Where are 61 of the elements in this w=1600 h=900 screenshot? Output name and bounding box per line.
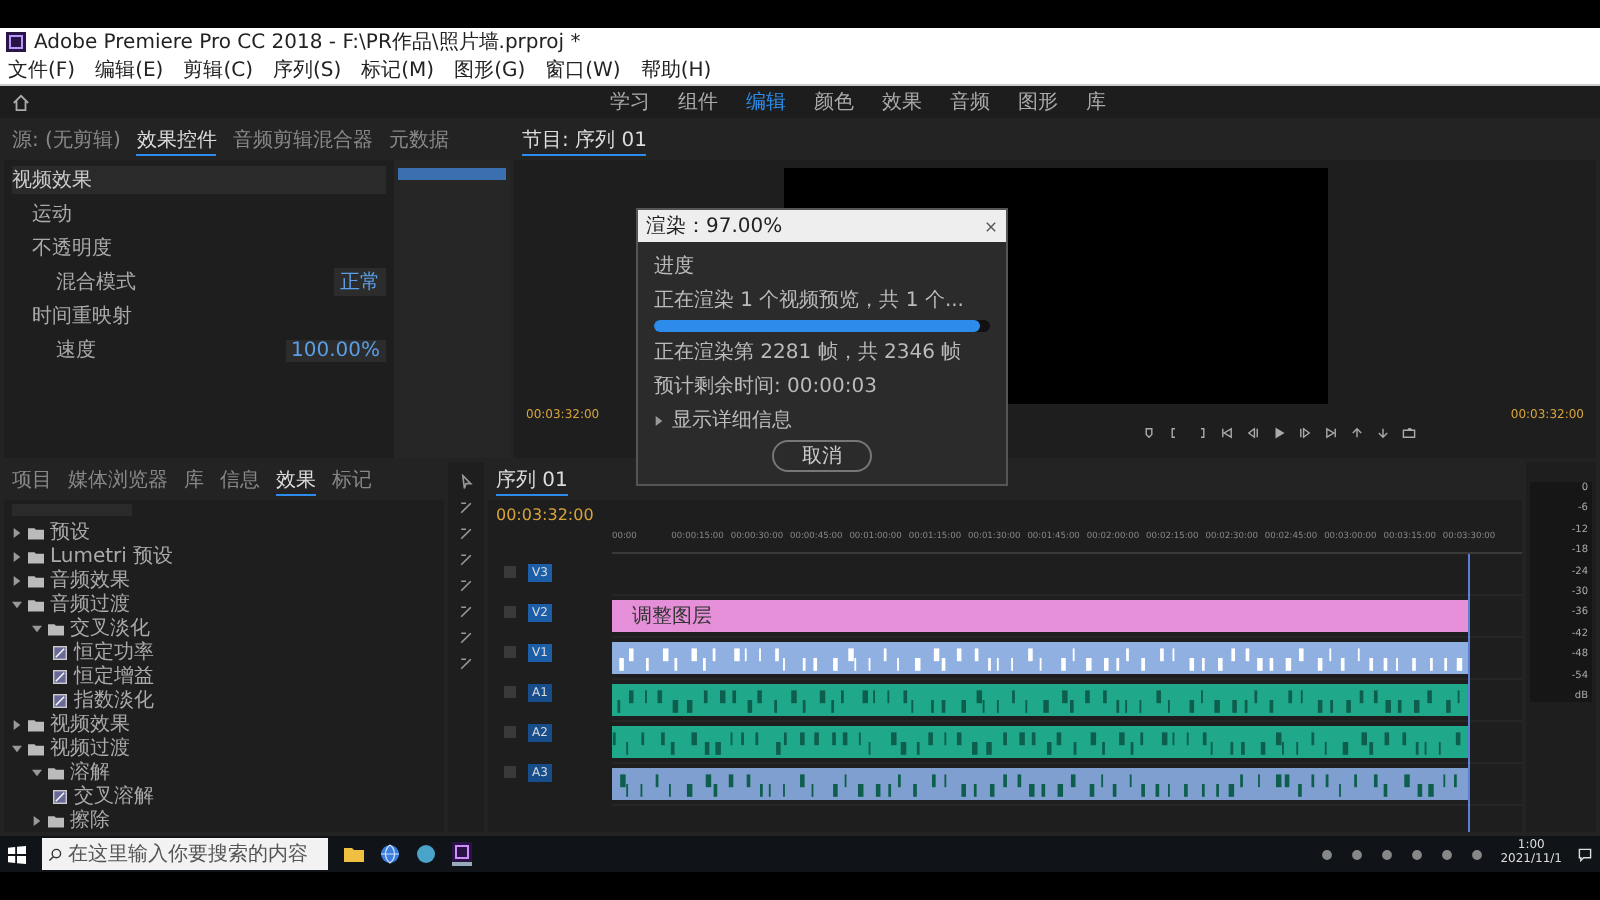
details-link[interactable]: 显示详细信息 [672,406,792,434]
effect-label: 视频效果 [12,167,92,194]
panel-tab[interactable]: 节目: 序列 01 [522,126,647,156]
timeline-clip[interactable]: 调整图层 [612,600,1468,632]
panel-tab[interactable]: 效果 [276,466,316,496]
workspace-tab[interactable]: 图形 [1018,88,1058,116]
cancel-button[interactable]: 取消 [772,440,872,472]
taskbar-search-field[interactable]: 在这里输入你要搜索的内容 [42,838,328,870]
panel-tab[interactable]: 音频剪辑混合器 [232,126,373,156]
menu-item[interactable]: 编辑(E) [95,56,164,84]
progress-heading: 进度 [654,253,696,280]
panel-tab[interactable]: 信息 [220,466,260,496]
panel-tab[interactable]: 序列 01 [496,466,568,496]
window-title: Adobe Premiere Pro CC 2018 - F:\PR作品\照片墙.prproj * [34,29,581,56]
workspace-tab[interactable]: 编辑 [746,88,786,116]
workspace-tab[interactable]: 效果 [882,88,922,116]
tree-item[interactable]: 预设 [50,520,90,546]
workspace-tab[interactable]: 库 [1086,88,1106,116]
tree-item[interactable]: 溶解 [70,758,110,786]
tree-item[interactable]: 视频效果 [50,710,130,738]
dialog-title: 渲染：97.00% [646,213,783,240]
effect-label: 运动 [32,201,72,228]
menu-item[interactable]: 图形(G) [454,56,526,84]
panel-tab[interactable]: 媒体浏览器 [68,466,168,496]
effect-label: 速度 [56,337,96,364]
menu-item[interactable]: 剪辑(C) [183,56,253,84]
tree-item[interactable]: 音频效果 [50,566,130,594]
menu-item[interactable]: 标记(M) [361,56,435,84]
tree-item[interactable]: 恒定增益 [74,662,154,690]
panel-tab[interactable]: 元数据 [388,126,449,156]
tree-item[interactable]: 音频过渡 [50,590,130,618]
workspace-tab[interactable]: 学习 [610,88,650,116]
effect-label: 时间重映射 [32,303,132,330]
timecode: 00:03:32:00 [494,504,596,528]
tree-item[interactable]: Lumetri 预设 [50,542,174,570]
tree-item[interactable]: 指数淡化 [74,686,154,714]
status-text: 正在渲染第 2281 帧，共 2346 帧 [654,339,964,366]
status-text: 正在渲染 1 个视频预览，共 1 个... [654,287,966,314]
tree-item[interactable]: 擦除 [70,806,110,832]
workspace-tab[interactable]: 组件 [678,88,718,116]
panel-tab[interactable]: 项目 [12,466,52,496]
effect-label: 不透明度 [32,235,112,262]
panel-tab[interactable]: 源: (无剪辑) [12,126,121,156]
menu-item[interactable]: 序列(S) [272,56,342,84]
property-value[interactable]: 100.00% [285,339,386,361]
panel-tab[interactable]: 库 [184,466,204,496]
tree-item[interactable]: 交叉淡化 [70,614,150,642]
property-value[interactable]: 正常 [334,268,386,296]
panel-tab[interactable]: 标记 [332,466,372,496]
clip-label: 调整图层 [630,604,712,630]
menu-item[interactable]: 窗口(W) [545,56,621,84]
workspace-tab[interactable]: 颜色 [814,88,854,116]
tree-item[interactable]: 交叉溶解 [74,782,154,810]
tree-item[interactable]: 恒定功率 [74,638,154,666]
menu-item[interactable]: 文件(F) [8,56,76,84]
tree-item[interactable]: 视频过渡 [50,734,130,762]
workspace-tab[interactable]: 音频 [950,88,990,116]
menu-item[interactable]: 帮助(H) [640,56,712,84]
status-text: 预计剩余时间: 00:00:03 [654,373,879,400]
panel-tab[interactable]: 效果控件 [136,126,217,156]
effect-label: 混合模式 [56,269,136,296]
